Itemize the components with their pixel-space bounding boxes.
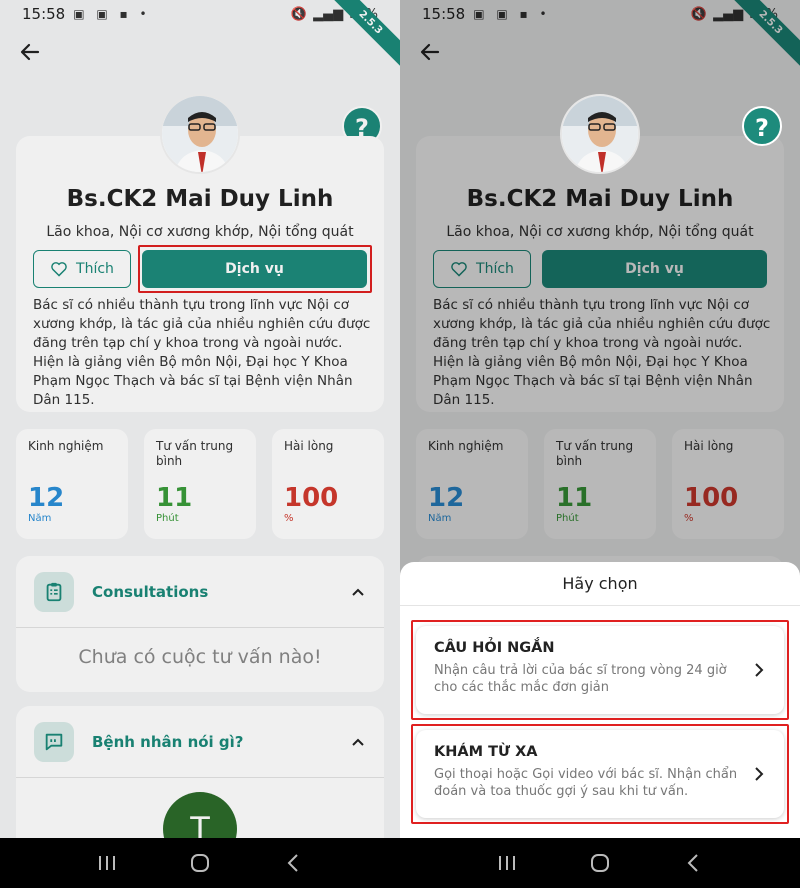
stat-value: 100: [284, 483, 339, 513]
stat-satisfaction: Hài lòng 100 %: [272, 429, 384, 539]
stat-experience: Kinh nghiệm 12 Năm: [16, 429, 128, 539]
home-icon[interactable]: [586, 849, 614, 877]
help-button[interactable]: ?: [742, 106, 782, 146]
doctor-bio: Bác sĩ có nhiều thành tựu trong lĩnh vực…: [33, 297, 371, 408]
doctor-name: Bs.CK2 Mai Duy Linh: [66, 186, 334, 212]
heart-icon: [451, 262, 467, 277]
mute-icon: 🔇: [690, 6, 708, 22]
stat-avg-consult: Tư vấn trung bình 11 Phút: [544, 429, 656, 539]
stat-unit: %: [684, 513, 694, 524]
stat-unit: Năm: [28, 513, 52, 524]
nav-back-icon[interactable]: [279, 849, 307, 877]
reviews-title: Bệnh nhân nói gì?: [92, 732, 244, 751]
reviews-section: Bệnh nhân nói gì? T: [16, 706, 384, 838]
signal-icon: ▂▄▆: [713, 6, 744, 22]
recent-apps-icon[interactable]: [493, 849, 521, 877]
stat-experience: Kinh nghiệm 12 Năm: [416, 429, 528, 539]
nav-left: [0, 838, 400, 888]
recent-apps-icon[interactable]: [93, 849, 121, 877]
stat-satisfaction: Hài lòng 100 %: [672, 429, 784, 539]
stat-label: Tư vấn trung bình: [556, 439, 634, 468]
stat-unit: Phút: [156, 513, 179, 524]
stat-unit: Năm: [428, 513, 452, 524]
option-title: KHÁM TỪ XA: [434, 744, 538, 760]
stat-unit: Phút: [556, 513, 579, 524]
consultations-title: Consultations: [92, 582, 209, 601]
system-nav-bar: [0, 838, 800, 888]
option-title: CÂU HỎI NGẮN: [434, 640, 555, 656]
option-remote-exam[interactable]: KHÁM TỪ XA Gọi thoại hoặc Gọi video với …: [416, 730, 784, 818]
back-arrow-icon[interactable]: [18, 40, 42, 64]
doctor-avatar: [160, 94, 240, 174]
status-time: 15:58: [422, 5, 466, 23]
stat-label: Kinh nghiệm: [428, 439, 504, 453]
nav-right: [400, 838, 800, 888]
doctor-bio: Bác sĩ có nhiều thành tựu trong lĩnh vực…: [433, 297, 771, 408]
like-label: Thích: [76, 261, 114, 277]
reviews-header[interactable]: Bệnh nhân nói gì?: [16, 706, 384, 778]
chevron-right-icon: [755, 663, 764, 677]
stat-value: 11: [156, 483, 193, 513]
chevron-up-icon[interactable]: [350, 734, 366, 750]
stat-label: Hài lòng: [684, 439, 734, 453]
screen-doctor-profile: 15:58 ▣ ▣ ▪ • 🔇 ▂▄▆ 34% 2.5.3 ? Bs.CK2 M…: [0, 0, 400, 838]
profile-card: Bs.CK2 Mai Duy Linh Lão khoa, Nội cơ xươ…: [16, 136, 384, 412]
doctor-name: Bs.CK2 Mai Duy Linh: [466, 186, 734, 212]
notification-icons: ▣ ▣ ▪ •: [73, 7, 151, 21]
doctor-specialties: Lão khoa, Nội cơ xương khớp, Nội tổng qu…: [46, 224, 354, 240]
service-button[interactable]: Dịch vụ: [142, 250, 367, 288]
stat-label: Kinh nghiệm: [28, 439, 104, 453]
option-desc: Nhận câu trả lời của bác sĩ trong vòng 2…: [434, 663, 727, 695]
clipboard-icon: [34, 571, 74, 612]
option-short-question[interactable]: CÂU HỎI NGẮN Nhận câu trả lời của bác sĩ…: [416, 626, 784, 714]
stat-value: 11: [556, 483, 593, 513]
doctor-specialties: Lão khoa, Nội cơ xương khớp, Nội tổng qu…: [446, 224, 754, 240]
status-time: 15:58: [22, 5, 66, 23]
reviewer-avatar: T: [163, 792, 237, 838]
screen-service-picker: 15:58 ▣ ▣ ▪ • 🔇 ▂▄▆ 34% 2.5.3 Bs.CK2 Mai…: [400, 0, 800, 838]
consultations-empty-text: Chưa có cuộc tư vấn nào!: [78, 646, 322, 668]
heart-icon: [51, 262, 67, 277]
stat-value: 12: [428, 483, 465, 513]
option-desc: Gọi thoại hoặc Gọi video với bác sĩ. Nhậ…: [434, 767, 738, 799]
stat-label: Hài lòng: [284, 439, 334, 453]
nav-back-icon[interactable]: [679, 849, 707, 877]
like-button[interactable]: Thích: [33, 250, 131, 288]
stat-value: 12: [28, 483, 65, 513]
chat-quote-icon: [34, 721, 74, 762]
mute-icon: 🔇: [290, 6, 308, 22]
chevron-up-icon[interactable]: [350, 584, 366, 600]
chevron-right-icon: [755, 767, 764, 781]
consultations-header[interactable]: Consultations: [16, 556, 384, 628]
like-label: Thích: [476, 261, 514, 277]
back-arrow-icon[interactable]: [418, 40, 442, 64]
notification-icons: ▣ ▣ ▪ •: [473, 7, 551, 21]
consultations-section: Consultations Chưa có cuộc tư vấn nào!: [16, 556, 384, 692]
profile-card: Bs.CK2 Mai Duy Linh Lão khoa, Nội cơ xươ…: [416, 136, 784, 412]
stat-label: Tư vấn trung bình: [156, 439, 234, 468]
sheet-title: Hãy chọn: [400, 562, 800, 606]
signal-icon: ▂▄▆: [313, 6, 344, 22]
doctor-avatar: [560, 94, 640, 174]
like-button[interactable]: Thích: [433, 250, 531, 288]
stat-value: 100: [684, 483, 739, 513]
stat-avg-consult: Tư vấn trung bình 11 Phút: [144, 429, 256, 539]
stat-unit: %: [284, 513, 294, 524]
service-button[interactable]: Dịch vụ: [542, 250, 767, 288]
service-bottom-sheet: Hãy chọn CÂU HỎI NGẮN Nhận câu trả lời c…: [400, 562, 800, 838]
home-icon[interactable]: [186, 849, 214, 877]
